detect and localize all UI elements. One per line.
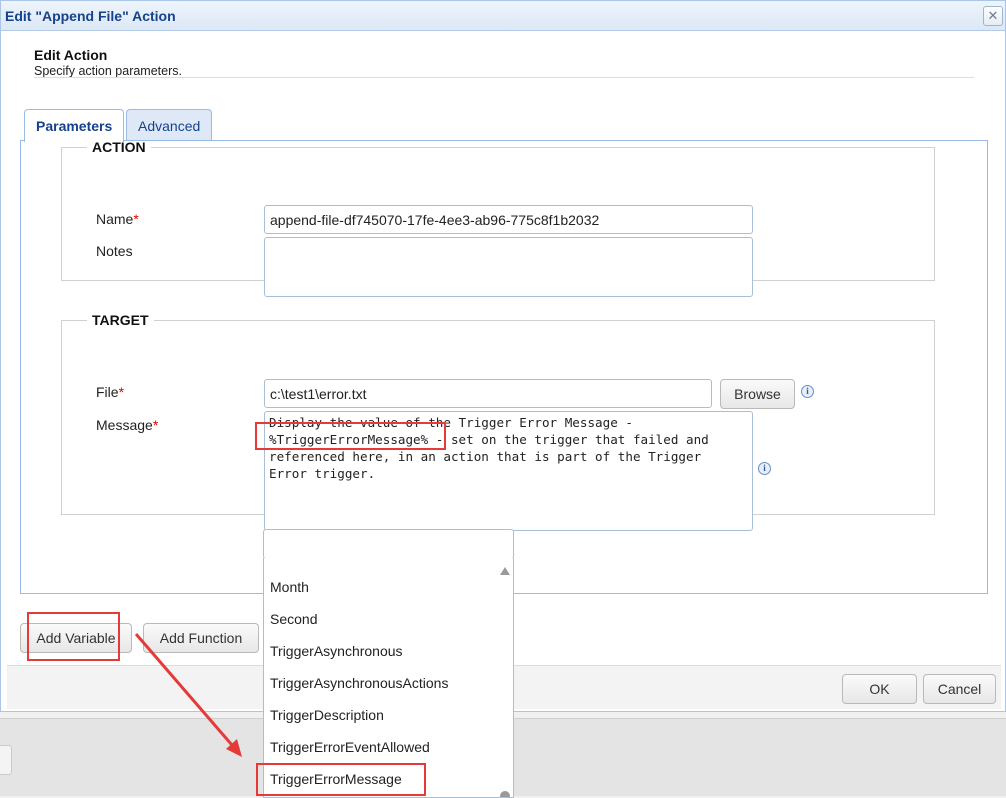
arrow-line (134, 633, 240, 753)
annotation-arrow (134, 633, 242, 757)
